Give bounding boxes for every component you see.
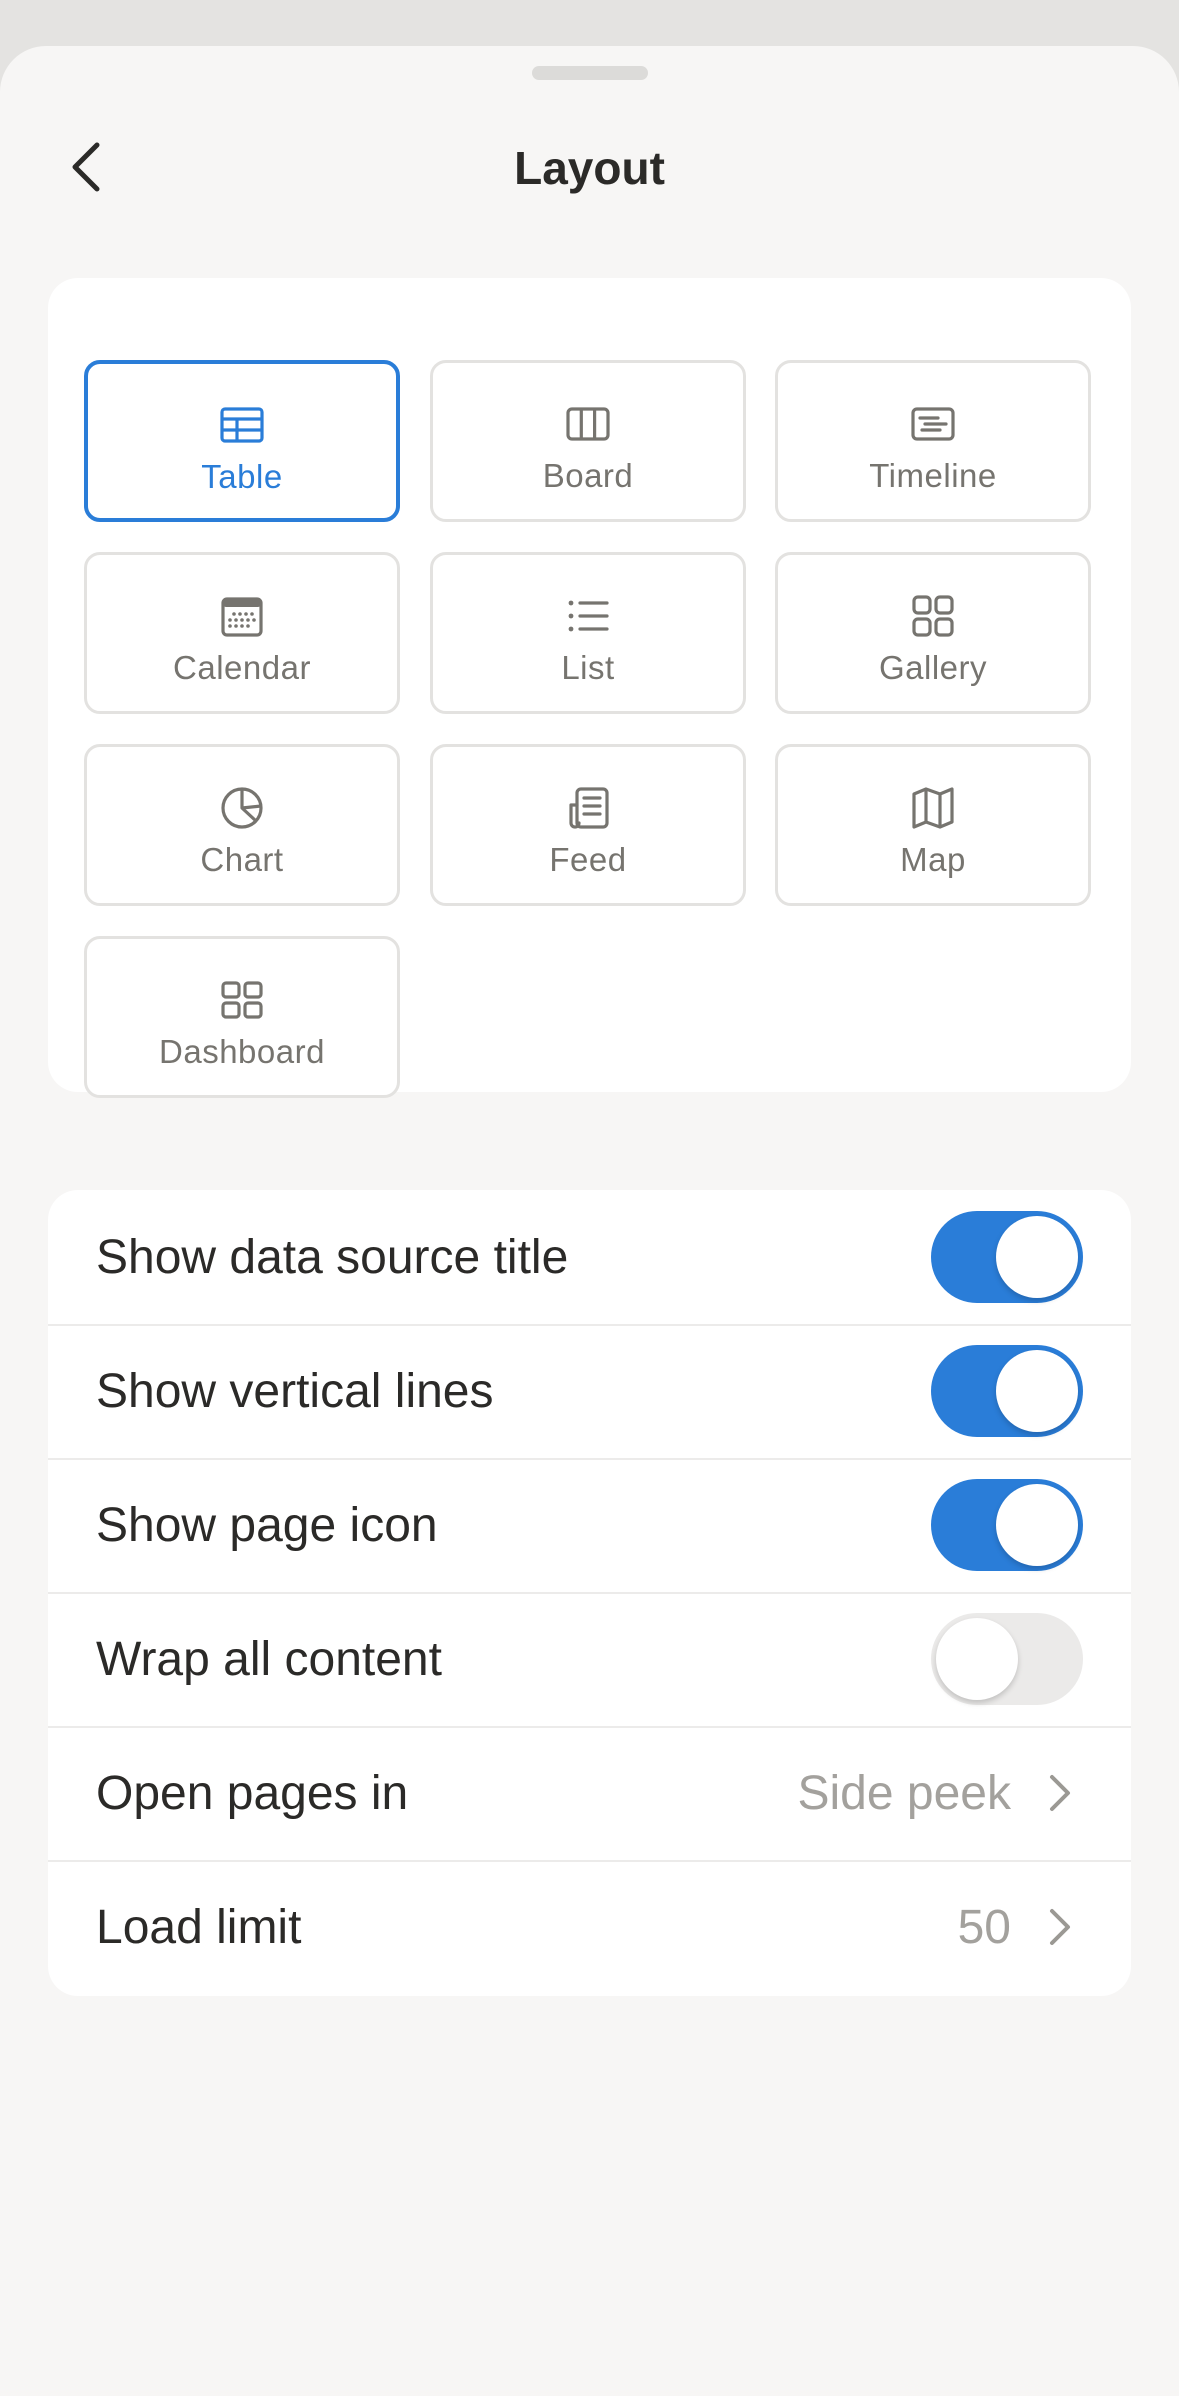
setting-show-page-icon[interactable]: Show page icon [48,1458,1131,1592]
map-icon [908,783,958,833]
layout-options-card: Table Board Timeline Calendar List Galle… [48,278,1131,1098]
setting-open-pages-in[interactable]: Open pages in Side peek [48,1726,1131,1860]
layout-option-label: Timeline [869,457,997,494]
layout-option-label: Board [542,457,634,494]
setting-value: Side peek [797,1766,1012,1820]
divider [48,1860,1131,1862]
layout-option-gallery[interactable]: Gallery [775,552,1091,714]
page-title: Layout [514,142,665,194]
toggle-knob [996,1216,1078,1298]
layout-settings-card: Show data source title Show vertical lin… [48,1190,1131,1996]
setting-label: Open pages in [96,1766,409,1820]
wrap-all-content-toggle[interactable] [931,1613,1083,1705]
layout-option-label: List [561,649,615,686]
layout-option-label: Chart [200,841,284,878]
gallery-icon [908,591,958,641]
layout-option-timeline[interactable]: Timeline [775,360,1091,522]
table-icon [217,400,267,450]
setting-show-vertical-lines[interactable]: Show vertical lines [48,1324,1131,1458]
layout-option-map[interactable]: Map [775,744,1091,906]
board-icon [563,399,613,449]
sheet-grabber[interactable] [532,66,648,80]
toggle-knob [936,1618,1018,1700]
layout-option-label: Table [201,458,283,495]
chart-icon [217,783,267,833]
setting-value: 50 [957,1900,1011,1954]
setting-load-limit[interactable]: Load limit 50 [48,1860,1131,1994]
layout-option-list[interactable]: List [430,552,746,714]
divider [48,1458,1131,1460]
layout-option-board[interactable]: Board [430,360,746,522]
setting-label: Wrap all content [96,1632,442,1686]
layout-option-label: Calendar [173,649,311,686]
show-data-source-title-toggle[interactable] [931,1211,1083,1303]
divider [48,1726,1131,1728]
dashboard-icon [217,975,267,1025]
show-vertical-lines-toggle[interactable] [931,1345,1083,1437]
layout-option-label: Feed [549,841,627,878]
setting-label: Show page icon [96,1498,438,1552]
layout-option-chart[interactable]: Chart [84,744,400,906]
setting-wrap-all-content[interactable]: Wrap all content [48,1592,1131,1726]
layout-option-feed[interactable]: Feed [430,744,746,906]
layout-option-label: Map [900,841,966,878]
setting-label: Show data source title [96,1230,569,1284]
divider [48,1592,1131,1594]
setting-label: Show vertical lines [96,1364,494,1418]
timeline-icon [908,399,958,449]
setting-label: Load limit [96,1900,302,1954]
layout-option-label: Gallery [878,649,988,686]
feed-icon [563,783,613,833]
chevron-right-icon [1050,1775,1070,1811]
setting-show-data-source-title[interactable]: Show data source title [48,1190,1131,1324]
show-page-icon-toggle[interactable] [931,1479,1083,1571]
toggle-knob [996,1484,1078,1566]
chevron-right-icon [1050,1909,1070,1945]
layout-sheet: Layout Table Board Timeline Calendar Lis… [0,46,1179,2396]
layout-option-calendar[interactable]: Calendar [84,552,400,714]
layout-option-label: Dashboard [159,1033,325,1070]
calendar-icon [217,591,267,641]
toggle-knob [996,1350,1078,1432]
layout-option-table[interactable]: Table [84,360,400,522]
list-icon [563,591,613,641]
layout-option-dashboard[interactable]: Dashboard [84,936,400,1098]
divider [48,1324,1131,1326]
